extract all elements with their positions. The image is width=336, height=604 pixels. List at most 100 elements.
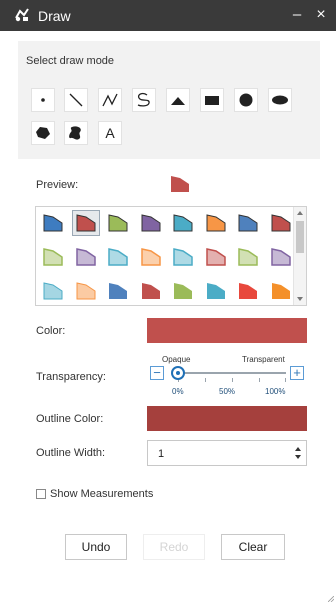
outline-width-value[interactable]: 1 [158, 448, 164, 460]
palette-symbol[interactable] [234, 244, 262, 270]
redo-button[interactable]: Redo [143, 534, 205, 560]
outline-width-spinner[interactable] [290, 441, 306, 465]
rectangle-icon [205, 96, 219, 105]
palette-symbol[interactable] [202, 210, 230, 236]
triangle-tool-button[interactable] [166, 88, 190, 112]
preview-label: Preview: [36, 179, 79, 191]
palette-symbol[interactable] [104, 210, 132, 236]
ellipse-icon [272, 95, 288, 105]
palette-symbol[interactable] [267, 278, 295, 304]
palette-scrollbar[interactable] [293, 207, 306, 305]
rectangle-tool-button[interactable] [200, 88, 224, 112]
palette-symbol[interactable] [202, 244, 230, 270]
window-title: Draw [38, 8, 71, 24]
circle-icon [239, 93, 253, 107]
polyline-tool-button[interactable] [98, 88, 122, 112]
polygon-symbol-icon [43, 214, 63, 232]
slider-track[interactable] [178, 372, 286, 374]
polygon-symbol-icon [108, 214, 128, 232]
scroll-thumb[interactable] [296, 221, 304, 253]
polygon-symbol-icon [108, 248, 128, 266]
freehand-line-tool-button[interactable] [132, 88, 156, 112]
palette-symbol[interactable] [39, 278, 67, 304]
palette-symbol[interactable] [137, 244, 165, 270]
polygon-icon [36, 127, 50, 139]
palette-symbol[interactable] [137, 278, 165, 304]
polygon-symbol-icon [205, 248, 226, 266]
title-bar: Draw – × [0, 0, 336, 31]
draw-widget-icon [15, 8, 29, 22]
polygon-symbol-icon [271, 283, 290, 299]
text-icon: A [105, 125, 115, 141]
slider-tick [259, 378, 260, 382]
resize-grip-icon[interactable] [328, 596, 334, 602]
outline-color-label: Outline Color: [36, 413, 104, 425]
slider-tick [285, 378, 286, 382]
palette-symbol[interactable] [169, 210, 197, 236]
polygon-symbol-icon [271, 214, 290, 232]
ellipse-tool-button[interactable] [268, 88, 292, 112]
close-button[interactable]: × [313, 6, 329, 24]
palette-symbol[interactable] [267, 244, 295, 270]
scroll-up-icon[interactable] [297, 211, 303, 215]
polygon-symbol-icon [141, 283, 160, 299]
polygon-tool-button[interactable] [31, 121, 55, 145]
show-measurements-checkbox[interactable] [36, 489, 46, 499]
decrease-transparency-button[interactable]: − [150, 366, 164, 380]
polygon-symbol-icon [238, 214, 258, 232]
polygon-symbol-icon [270, 248, 291, 266]
freehand-line-icon [137, 92, 150, 107]
polygon-symbol-icon [206, 283, 225, 299]
line-icon [69, 93, 83, 107]
palette-symbol[interactable] [72, 278, 100, 304]
palette-symbol[interactable] [234, 210, 262, 236]
palette-symbol[interactable] [169, 244, 197, 270]
undo-button[interactable]: Undo [65, 534, 127, 560]
palette-symbol[interactable] [72, 244, 100, 270]
palette-symbol[interactable] [39, 210, 67, 236]
palette-symbol[interactable] [137, 210, 165, 236]
increase-transparency-button[interactable]: + [290, 366, 304, 380]
minimize-button[interactable]: – [290, 6, 304, 24]
text-tool-button[interactable]: A [98, 121, 122, 145]
polygon-symbol-icon [174, 283, 192, 299]
tick-label-50: 50% [219, 387, 236, 396]
scroll-down-icon[interactable] [297, 297, 303, 301]
palette-symbol[interactable] [104, 244, 132, 270]
palette-symbol[interactable] [39, 244, 67, 270]
transparent-label: Transparent [242, 355, 285, 364]
triangle-icon [171, 97, 185, 105]
polygon-symbol-icon [109, 283, 127, 299]
palette-symbol[interactable] [104, 278, 132, 304]
palette-symbol[interactable] [202, 278, 230, 304]
polygon-symbol-icon [141, 214, 160, 232]
circle-tool-button[interactable] [234, 88, 258, 112]
palette-symbol[interactable] [267, 210, 295, 236]
clear-button[interactable]: Clear [221, 534, 285, 560]
palette-symbol[interactable] [169, 278, 197, 304]
point-icon [41, 98, 45, 102]
point-tool-button[interactable] [31, 88, 55, 112]
palette-symbol[interactable] [71, 210, 100, 236]
transparency-slider: Opaque Transparent − 0% 50% 100% + [148, 355, 308, 405]
palette-symbol[interactable] [234, 278, 262, 304]
spin-up-icon[interactable] [295, 447, 301, 451]
tick-label-0: 0% [172, 387, 184, 396]
polygon-symbol-icon [238, 248, 258, 266]
outline-color-picker[interactable] [147, 406, 307, 431]
draw-mode-label: Select draw mode [26, 55, 115, 67]
polygon-symbol-icon [43, 248, 63, 266]
slider-handle[interactable] [171, 366, 185, 380]
preview-swatch [171, 176, 189, 192]
draw-mode-panel: Select draw mode A [18, 41, 320, 159]
polygon-symbol-icon [206, 214, 225, 232]
spin-down-icon[interactable] [295, 455, 301, 459]
outline-width-label: Outline Width: [36, 447, 106, 459]
line-tool-button[interactable] [64, 88, 88, 112]
slider-tick [232, 378, 233, 382]
freehand-polygon-tool-button[interactable] [64, 121, 88, 145]
polygon-symbol-icon [43, 282, 63, 300]
show-measurements-label[interactable]: Show Measurements [50, 488, 153, 500]
outline-width-input[interactable]: 1 [147, 440, 307, 466]
fill-color-picker[interactable] [147, 318, 307, 343]
